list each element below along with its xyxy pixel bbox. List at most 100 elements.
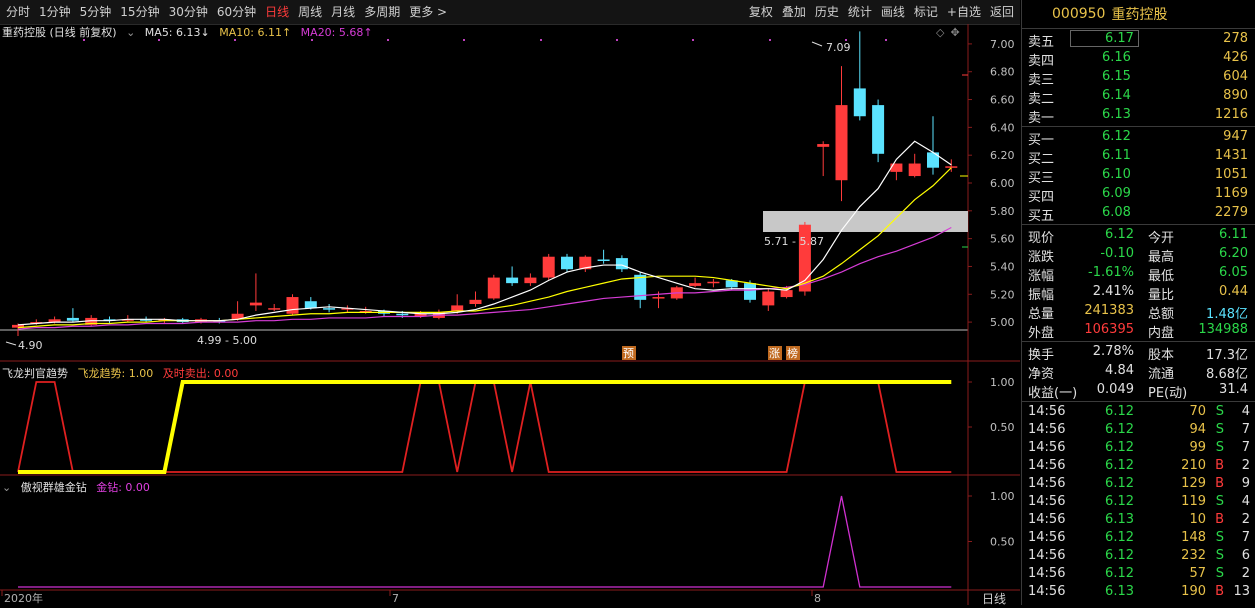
- candle: [249, 273, 262, 311]
- bid-volume: 1431: [1214, 148, 1248, 163]
- tab-period-2[interactable]: 5分钟: [80, 4, 112, 20]
- tick-row: 14:56 6.13 10 B 2: [1022, 512, 1255, 530]
- action-button-2[interactable]: 历史: [815, 4, 839, 20]
- y-tick-label: 7.00: [990, 38, 1015, 51]
- bid-price: 6.10: [1102, 167, 1131, 182]
- stat-label: 现价: [1028, 231, 1055, 246]
- event-marker[interactable]: 预: [622, 346, 636, 360]
- candle-body: [817, 144, 830, 147]
- fund-label: 股本: [1148, 348, 1175, 363]
- action-button-3[interactable]: 统计: [848, 4, 872, 20]
- tick-side: B: [1215, 512, 1224, 527]
- tab-period-1[interactable]: 1分钟: [39, 4, 71, 20]
- candle: [121, 315, 134, 323]
- stat-label: 最高: [1148, 250, 1175, 265]
- ma5-label: MA5: 6.13↓: [144, 26, 210, 39]
- diamond-icon[interactable]: ◇: [936, 26, 944, 39]
- indicator1-y-tick: 0.50: [990, 421, 1015, 434]
- tab-period-10[interactable]: 更多 >: [409, 4, 447, 20]
- ask-label: 卖四: [1028, 54, 1055, 69]
- tick-time: 14:56: [1028, 566, 1066, 581]
- event-marker-label: 涨: [769, 347, 780, 360]
- tick-time: 14:56: [1028, 440, 1066, 455]
- stat-label: 涨跌: [1028, 250, 1055, 265]
- action-button-0[interactable]: 复权: [749, 4, 773, 20]
- fund-label: 流通: [1148, 367, 1175, 382]
- fund-value: 8.68亿: [1206, 367, 1248, 382]
- candle-body: [707, 281, 720, 284]
- period-toolbar: 分时 1分钟 5分钟 15分钟 30分钟 60分钟 日线 周线 月线 多周期 更多 > 复权 叠加 历史…: [0, 0, 1020, 25]
- ask-row: 卖三 6.15 604: [1022, 68, 1255, 88]
- stat-value: 6.11: [1219, 227, 1248, 242]
- stat-value: 106395: [1084, 322, 1134, 337]
- fund-row: 收益(一) 0.049 PE(动) 31.4: [1022, 381, 1255, 401]
- gear-icon[interactable]: ✥: [950, 26, 959, 39]
- candle: [597, 249, 610, 264]
- stat-row: 振幅 2.41% 量比 0.44: [1022, 283, 1255, 303]
- tab-period-7[interactable]: 周线: [298, 4, 322, 20]
- tick-price: 6.12: [1105, 566, 1134, 581]
- candle: [615, 255, 628, 273]
- tick-volume: 10: [1189, 512, 1206, 527]
- tab-period-6[interactable]: 日线: [265, 4, 289, 20]
- candle: [579, 255, 592, 273]
- chevron-down-icon[interactable]: ⌄: [126, 26, 135, 39]
- tick-row: 14:56 6.13 190 B 13: [1022, 584, 1255, 602]
- event-marker[interactable]: 榜: [786, 346, 800, 360]
- tab-period-5[interactable]: 60分钟: [217, 4, 256, 20]
- high-pointer: [811, 41, 823, 47]
- fund-label: 净资: [1028, 367, 1055, 382]
- tick-count: 4: [1241, 404, 1250, 419]
- tab-period-3[interactable]: 15分钟: [120, 4, 159, 20]
- action-button-6[interactable]: +自选: [947, 4, 981, 20]
- candle: [432, 309, 445, 320]
- stat-label: 涨幅: [1028, 269, 1055, 284]
- y-tick-label: 6.60: [990, 94, 1015, 107]
- low-label: 4.90: [18, 339, 43, 352]
- candle-body: [835, 105, 848, 181]
- fund-value: 2.78%: [1092, 344, 1134, 359]
- candlestick-chart[interactable]: 7.00 6.80 6.60 6.40 6.20 6.00 5.80 5.60 5.40 5.20…: [0, 24, 1020, 606]
- candle-body: [487, 277, 500, 299]
- ask-price: 6.15: [1102, 69, 1131, 84]
- event-marker[interactable]: 涨: [768, 346, 782, 360]
- action-button-7[interactable]: 返回: [990, 4, 1014, 20]
- action-button-1[interactable]: 叠加: [782, 4, 806, 20]
- tick-price: 6.12: [1105, 494, 1134, 509]
- stock-header: 000950 重药控股: [1022, 0, 1255, 29]
- tick-side: S: [1215, 440, 1224, 455]
- tick-side: S: [1215, 422, 1224, 437]
- ma10-label: MA10: 6.11↑: [219, 26, 292, 39]
- bid-price: 6.09: [1102, 186, 1131, 201]
- marker-dot: [540, 39, 542, 41]
- chart-area[interactable]: 7.00 6.80 6.60 6.40 6.20 6.00 5.80 5.60 5.40 5.20…: [0, 24, 1020, 606]
- candle: [487, 274, 500, 300]
- candle-body: [853, 88, 866, 117]
- divider: [1022, 341, 1255, 342]
- marker-dot: [616, 39, 618, 41]
- action-button-5[interactable]: 标记: [914, 4, 938, 20]
- action-button-4[interactable]: 画线: [881, 4, 905, 20]
- chevron-down-icon[interactable]: ⌄: [2, 481, 11, 494]
- tick-volume: 148: [1181, 530, 1206, 545]
- indicator1-sell: 及时卖出: 0.00: [162, 367, 239, 380]
- bid-row: 买二 6.11 1431: [1022, 147, 1255, 167]
- fund-value: 31.4: [1219, 382, 1248, 397]
- tab-period-0[interactable]: 分时: [6, 4, 30, 20]
- fund-value: 0.049: [1096, 382, 1134, 397]
- stat-row: 总量 241383 总额 1.48亿: [1022, 302, 1255, 322]
- candle: [561, 253, 573, 273]
- y-tick-label: 6.40: [990, 121, 1015, 134]
- tick-row: 14:56 6.12 129 B 9: [1022, 476, 1255, 494]
- stat-row: 涨跌 -0.10 最高 6.20: [1022, 245, 1255, 265]
- tick-count: 9: [1241, 476, 1250, 491]
- event-marker-label: 榜: [787, 346, 798, 360]
- tab-period-4[interactable]: 30分钟: [169, 4, 208, 20]
- tick-volume: 70: [1189, 404, 1206, 419]
- period-indicator[interactable]: 日线: [982, 592, 1006, 606]
- tick-side: S: [1215, 530, 1224, 545]
- indicator2-legend: ⌄ 傲视群雄金钻 金钻: 0.00: [2, 479, 156, 495]
- tick-count: 2: [1241, 512, 1250, 527]
- tab-period-8[interactable]: 月线: [331, 4, 355, 20]
- tab-period-9[interactable]: 多周期: [364, 4, 400, 20]
